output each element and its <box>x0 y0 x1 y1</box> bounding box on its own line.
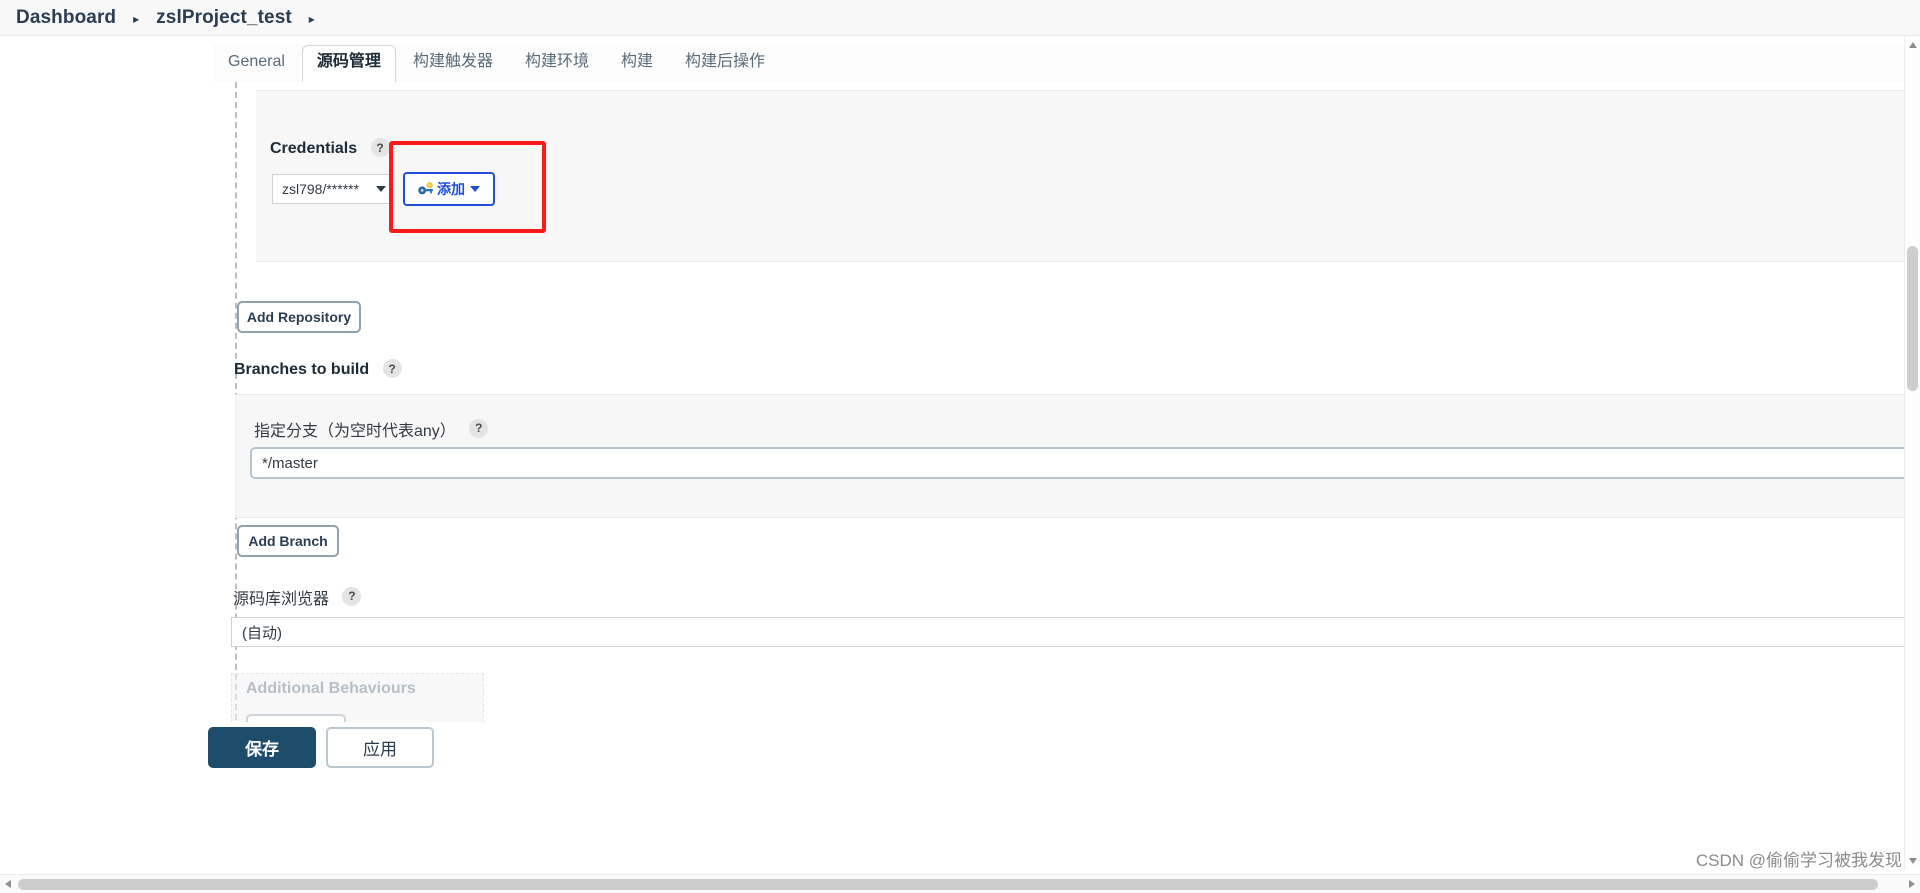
credentials-help-icon[interactable]: ? <box>370 138 390 157</box>
branches-to-build-label-row: Branches to build ? <box>234 359 402 379</box>
breadcrumb-item-dashboard[interactable]: Dashboard <box>16 7 116 29</box>
horizontal-scrollbar[interactable] <box>0 874 1920 893</box>
tab-build[interactable]: 构建 <box>606 45 668 83</box>
credentials-label: Credentials <box>270 139 358 157</box>
credentials-selected-value: zsl798/****** <box>282 181 360 197</box>
repo-browser-label: 源码库浏览器 <box>233 591 330 608</box>
tab-general[interactable]: General <box>213 45 300 83</box>
branch-panel: 指定分支（为空时代表any） ? <box>235 394 1920 518</box>
tab-build-environment[interactable]: 构建环境 <box>510 45 604 83</box>
additional-behaviours-add-button[interactable] <box>246 714 346 722</box>
tab-post-build-actions[interactable]: 构建后操作 <box>670 45 780 83</box>
repo-browser-selected-value: (自动) <box>242 624 282 642</box>
app-window: Dashboard ▸ zslProject_test ▸ General 源码… <box>0 0 1920 893</box>
repo-browser-label-row: 源码库浏览器 ? <box>233 585 362 609</box>
branch-specifier-input[interactable] <box>250 447 1910 479</box>
add-repository-button[interactable]: Add Repository <box>237 301 361 333</box>
repo-browser-help-icon[interactable]: ? <box>342 586 362 606</box>
breadcrumb-dropdown-icon[interactable]: ▸ <box>309 13 315 25</box>
form-action-bar: 保存 应用 <box>208 727 1920 789</box>
breadcrumb-separator-icon: ▸ <box>133 11 140 26</box>
scroll-right-icon[interactable] <box>1909 880 1915 888</box>
add-credentials-button[interactable]: 添加 <box>403 172 495 206</box>
repo-browser-select[interactable]: (自动) <box>231 617 1920 647</box>
tab-build-triggers[interactable]: 构建触发器 <box>398 45 508 83</box>
scroll-up-icon[interactable] <box>1909 42 1917 48</box>
credentials-select[interactable]: zsl798/****** <box>272 174 393 204</box>
credentials-label-row: Credentials ? <box>270 138 390 158</box>
watermark: CSDN @偷偷学习被我发现 <box>1695 851 1902 870</box>
config-form: Credentials ? zsl798/****** 添加 Add Repos… <box>213 82 1920 722</box>
add-branch-button[interactable]: Add Branch <box>237 525 339 557</box>
vertical-scrollbar-thumb[interactable] <box>1907 246 1918 391</box>
scroll-left-icon[interactable] <box>5 880 11 888</box>
breadcrumb: Dashboard ▸ zslProject_test ▸ <box>0 0 1920 36</box>
config-tabbar: General 源码管理 构建触发器 构建环境 构建 构建后操作 <box>213 44 1920 83</box>
scroll-down-icon[interactable] <box>1909 858 1917 864</box>
config-page: General 源码管理 构建触发器 构建环境 构建 构建后操作 Credent… <box>0 36 1920 893</box>
branch-specifier-help-icon[interactable]: ? <box>469 418 489 438</box>
key-icon <box>418 182 434 196</box>
tab-source-code-management[interactable]: 源码管理 <box>301 45 396 83</box>
save-button[interactable]: 保存 <box>208 727 316 768</box>
additional-behaviours-label: Additional Behaviours <box>246 680 416 697</box>
breadcrumb-item-project[interactable]: zslProject_test <box>156 7 292 29</box>
horizontal-scrollbar-thumb[interactable] <box>18 879 1878 890</box>
branches-to-build-label: Branches to build <box>234 360 370 378</box>
add-credentials-label: 添加 <box>437 181 465 197</box>
branch-specifier-label-row: 指定分支（为空时代表any） ? <box>254 417 489 441</box>
branches-help-icon[interactable]: ? <box>382 359 402 378</box>
apply-button[interactable]: 应用 <box>326 727 434 768</box>
additional-behaviours-panel: Additional Behaviours <box>231 673 484 722</box>
chevron-down-icon <box>470 186 480 192</box>
repository-panel: Credentials ? zsl798/****** 添加 <box>256 90 1920 262</box>
chevron-down-icon <box>376 186 386 192</box>
branch-specifier-label: 指定分支（为空时代表any） <box>254 423 456 440</box>
